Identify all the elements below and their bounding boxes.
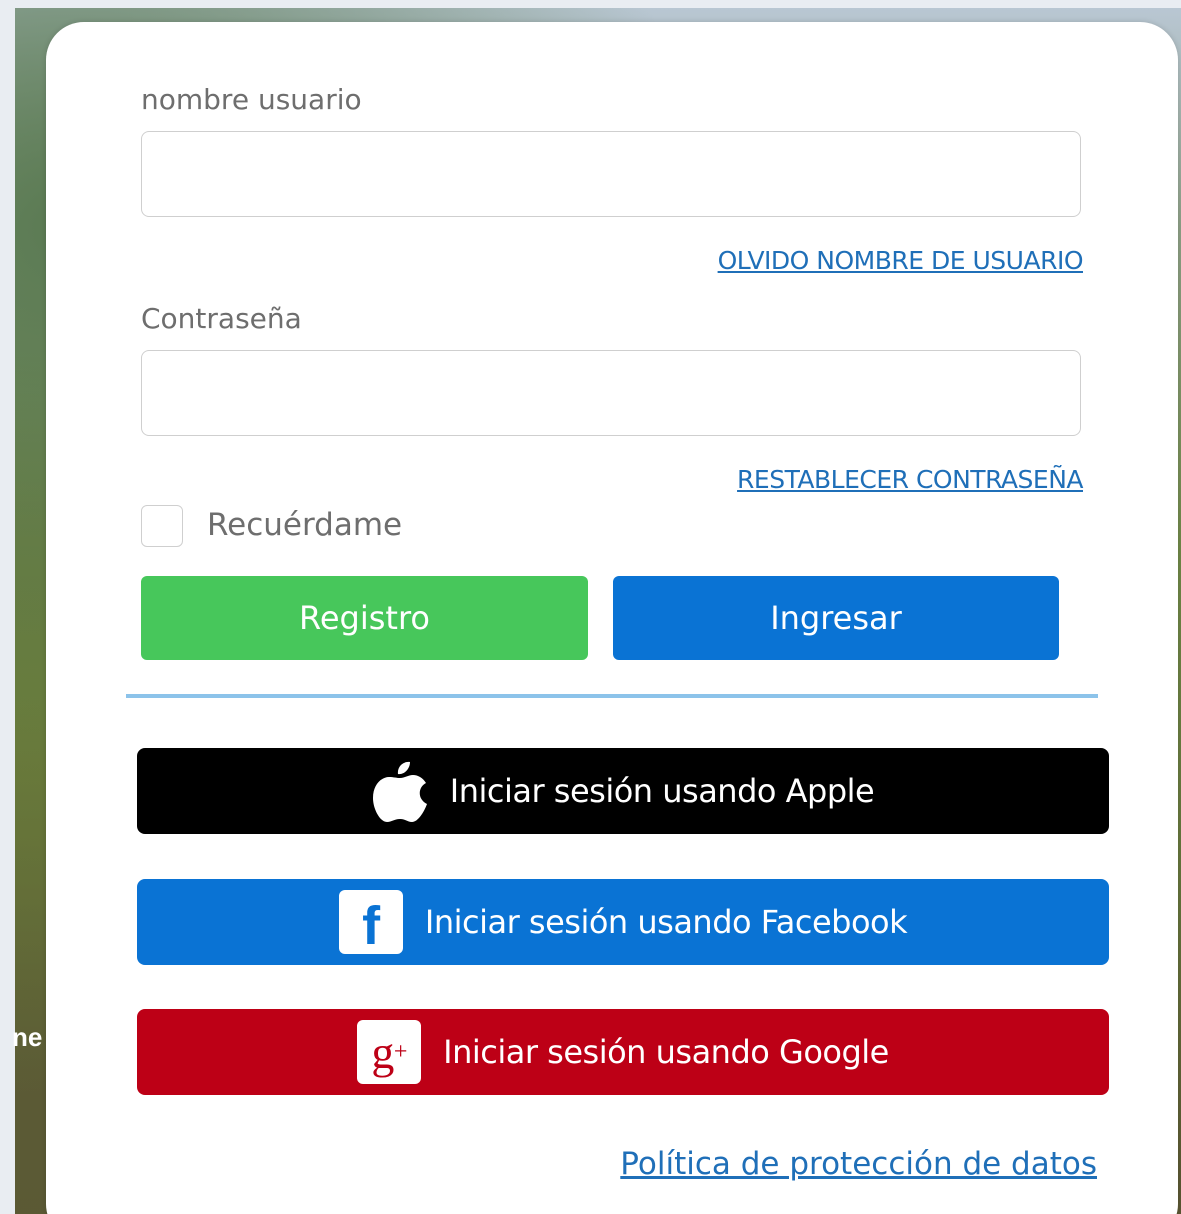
google-plus-icon: g + (357, 1020, 422, 1084)
google-plus-icon-glyph: g (371, 1026, 394, 1078)
login-button-label: Ingresar (770, 599, 902, 637)
background-partial-text: ne (12, 1022, 43, 1052)
google-plus-icon-sup: + (393, 1038, 408, 1065)
google-signin-button[interactable]: g + Iniciar sesión usando Google (137, 1009, 1109, 1095)
register-button-label: Registro (299, 599, 430, 637)
apple-icon (372, 758, 428, 824)
remember-me-checkbox[interactable] (141, 505, 183, 547)
username-input[interactable] (141, 131, 1081, 217)
remember-me-label: Recuérdame (207, 507, 403, 543)
google-signin-label: Iniciar sesión usando Google (443, 1033, 889, 1071)
apple-signin-button[interactable]: Iniciar sesión usando Apple (137, 748, 1109, 834)
apple-signin-label: Iniciar sesión usando Apple (449, 772, 875, 810)
facebook-icon: f (338, 890, 403, 956)
login-button[interactable]: Ingresar (613, 576, 1059, 660)
register-button[interactable]: Registro (141, 576, 588, 660)
username-label: nombre usuario (141, 83, 362, 116)
password-input[interactable] (141, 350, 1081, 436)
divider (126, 694, 1098, 698)
facebook-signin-label: Iniciar sesión usando Facebook (424, 903, 908, 941)
reset-password-link[interactable]: RESTABLECER CONTRASEÑA (737, 465, 1083, 494)
password-label: Contraseña (141, 302, 302, 335)
privacy-policy-link[interactable]: Política de protección de datos (620, 1146, 1097, 1182)
forgot-username-link[interactable]: OLVIDO NOMBRE DE USUARIO (718, 246, 1084, 275)
facebook-signin-button[interactable]: f Iniciar sesión usando Facebook (137, 879, 1109, 965)
